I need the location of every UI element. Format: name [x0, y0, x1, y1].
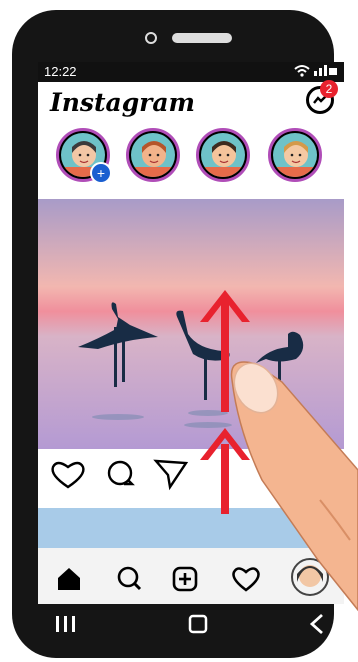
post-actions [38, 449, 344, 505]
app-header: Instagram 2 [38, 80, 344, 122]
comment-icon[interactable] [107, 460, 135, 486]
story-friend-2[interactable] [196, 128, 250, 182]
story-friend-3[interactable] [268, 128, 322, 182]
back-icon[interactable] [309, 613, 323, 635]
story-avatar [273, 133, 317, 177]
story-friend-1[interactable] [126, 128, 180, 182]
recent-apps-icon[interactable] [56, 616, 75, 632]
stories-row: + [38, 126, 344, 194]
story-avatar [131, 133, 175, 177]
home-button-icon[interactable] [188, 614, 208, 634]
status-icons [292, 63, 338, 80]
screen: 12:22 Instagram 2 + [38, 62, 344, 604]
bottom-navigation [38, 548, 344, 604]
instagram-logo: Instagram [50, 88, 195, 117]
story-avatar [201, 133, 245, 177]
home-icon[interactable] [58, 568, 80, 590]
next-post-preview [38, 508, 344, 548]
send-icon[interactable] [153, 459, 189, 491]
activity-heart-icon[interactable] [232, 567, 260, 592]
speaker-slot [172, 33, 232, 43]
system-navigation [12, 604, 334, 644]
profile-avatar[interactable] [291, 558, 329, 596]
add-post-icon[interactable] [172, 566, 198, 592]
messenger-badge: 2 [320, 80, 338, 98]
add-story-icon[interactable]: + [90, 162, 112, 184]
status-bar: 12:22 [38, 62, 344, 82]
like-icon[interactable] [51, 461, 85, 489]
status-time: 12:22 [44, 64, 77, 79]
search-icon[interactable] [117, 566, 142, 591]
camera-icon [145, 32, 157, 44]
post-image[interactable] [38, 199, 344, 449]
